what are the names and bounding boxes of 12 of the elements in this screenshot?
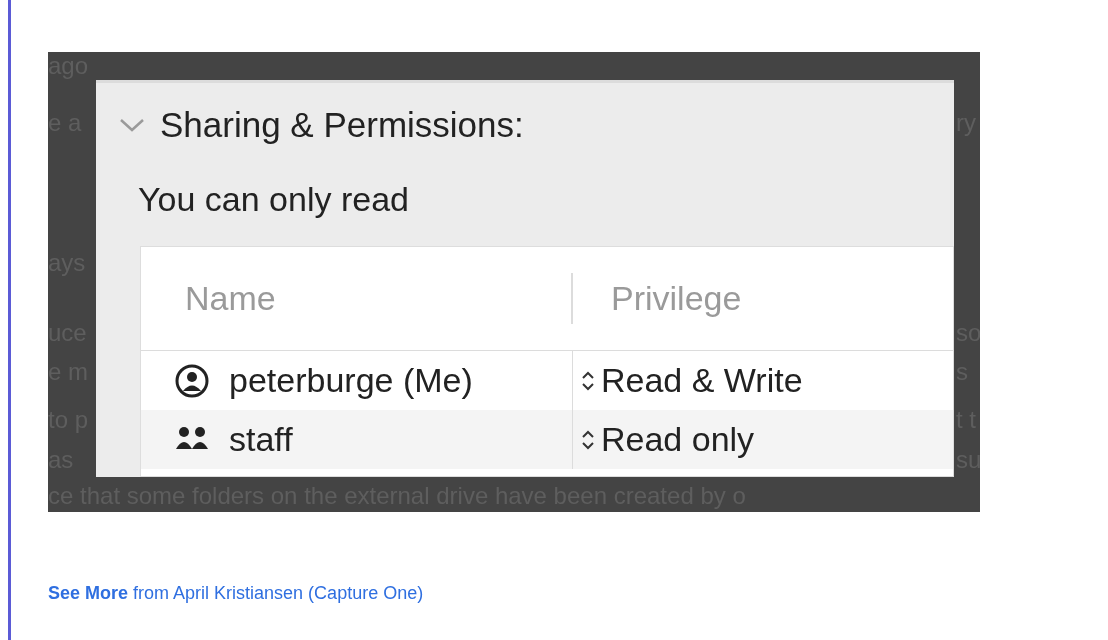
permission-row[interactable]: staff Read only — [141, 410, 953, 469]
user-name: staff — [229, 419, 293, 460]
privilege-value[interactable]: Read & Write — [601, 355, 803, 406]
stepper-icon — [581, 428, 595, 451]
user-name: peterburge (Me) — [229, 360, 473, 401]
chevron-icon[interactable] — [118, 116, 146, 134]
person-circle-icon — [175, 363, 209, 398]
privilege-value[interactable]: Read only — [601, 414, 755, 465]
permission-status: You can only read — [138, 179, 410, 220]
stepper-icon — [581, 369, 595, 392]
section-title: Sharing & Permissions: — [160, 104, 524, 146]
see-more-link[interactable]: See More from April Kristiansen (Capture One) — [48, 583, 424, 603]
